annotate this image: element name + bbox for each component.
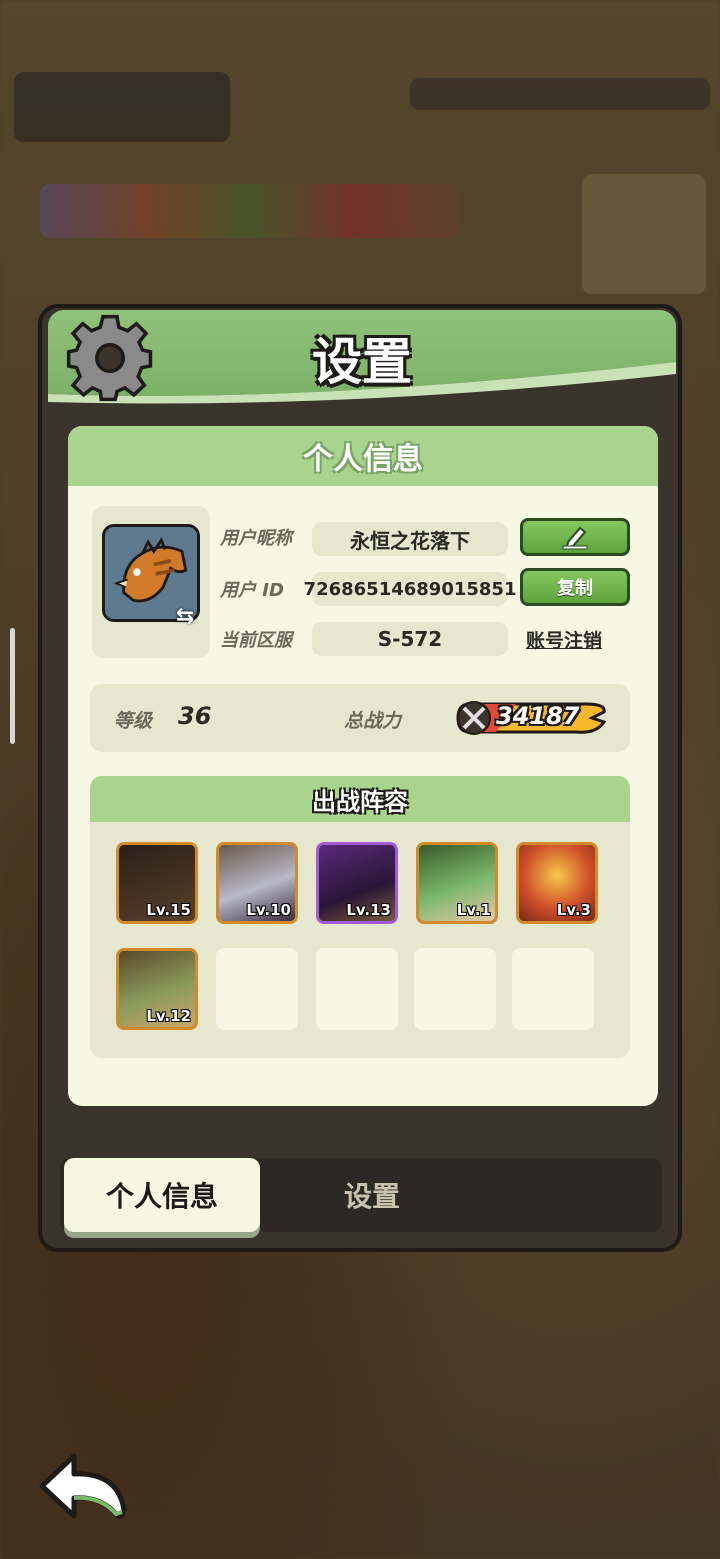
nickname-label: 用户昵称 [220,528,292,549]
hero-level: Lv.10 [246,901,291,919]
hero-level: Lv.3 [556,901,591,919]
empty-slot[interactable] [216,948,298,1030]
deregister-account-link[interactable]: 账号注销 [526,626,602,653]
hero-level: Lv.15 [146,901,191,919]
settings-panel: 设置 个人信息 ⇆ 用户昵称 永恒之花落下 用户 ID 726865146890… [38,304,682,1252]
level-label: 等级 [114,710,153,732]
stats-bar: 等级 36 总战力 34187 [90,684,630,752]
server-value: S-572 [312,622,508,656]
power-badge: 34187 [456,698,610,738]
empty-slot[interactable] [316,948,398,1030]
tab-profile[interactable]: 个人信息 [64,1158,260,1232]
hero-slot-3[interactable]: Lv.13 [316,842,398,924]
section-title: 个人信息 [303,442,423,477]
bottom-tabs: 个人信息 设置 [60,1158,662,1232]
hero-level: Lv.12 [146,1007,191,1025]
empty-slot[interactable] [414,948,496,1030]
power-value: 34187 [496,702,580,730]
back-arrow-icon[interactable] [38,1450,130,1524]
avatar-container: ⇆ [92,506,210,658]
copy-button[interactable]: 复制 [520,568,630,606]
empty-slot[interactable] [512,948,594,1030]
edit-nickname-button[interactable] [520,518,630,556]
hero-slot-2[interactable]: Lv.10 [216,842,298,924]
tab-settings[interactable]: 设置 [292,1158,452,1232]
hero-slot-4[interactable]: Lv.1 [416,842,498,924]
battle-lineup: 出战阵容 Lv.15 Lv.10 Lv.13 Lv.1 Lv.3 Lv.12 [90,776,630,1058]
swap-icon[interactable]: ⇆ [176,604,204,632]
pencil-icon [562,526,588,550]
page-title: 设置 [312,333,412,391]
hero-level: Lv.1 [456,901,491,919]
lineup-title: 出战阵容 [312,787,408,816]
panel-header: 设置 [48,310,676,406]
section-header: 个人信息 [68,426,658,486]
profile-card: 个人信息 ⇆ 用户昵称 永恒之花落下 用户 ID 726865146890158… [68,426,658,1106]
nickname-value: 永恒之花落下 [312,522,508,556]
hero-slot-6[interactable]: Lv.12 [116,948,198,1030]
level-value: 36 [178,702,212,730]
power-label: 总战力 [344,710,402,732]
user-id-value: 72686514689015851 [304,572,516,606]
hero-slot-1[interactable]: Lv.15 [116,842,198,924]
side-handle[interactable] [10,628,15,744]
hero-level: Lv.13 [346,901,391,919]
lineup-header: 出战阵容 [90,776,630,822]
hero-slot-5[interactable]: Lv.3 [516,842,598,924]
server-label: 当前区服 [220,630,292,651]
user-id-label: 用户 ID [220,580,284,601]
